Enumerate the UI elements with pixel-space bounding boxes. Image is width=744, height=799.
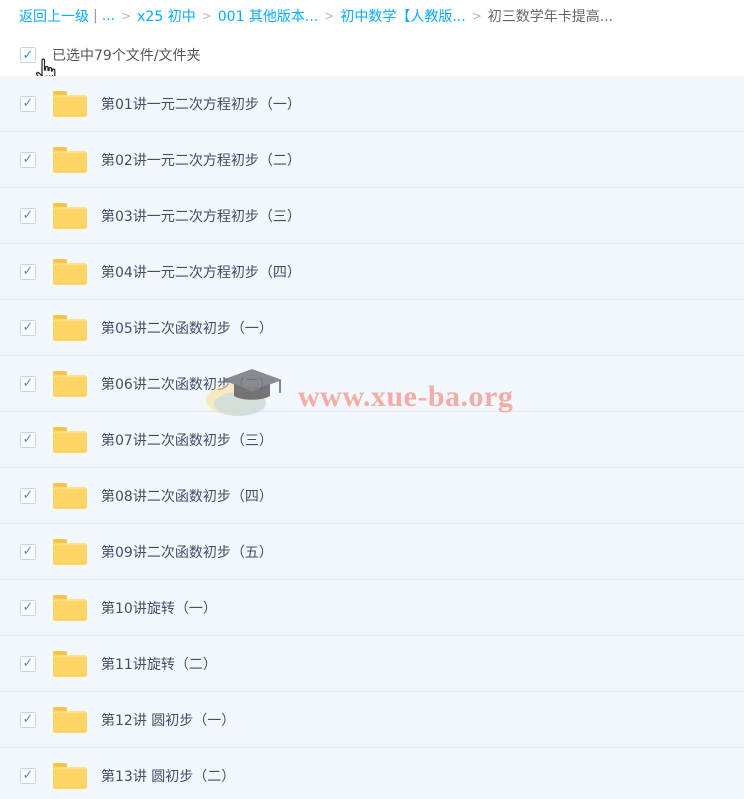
folder-icon[interactable] [53,258,87,285]
file-checkbox[interactable]: ✓ [20,207,36,224]
checkmark-icon: ✓ [22,47,34,63]
file-row[interactable]: ✓ 第09讲二次函数初步（五） [0,524,744,580]
checkmark-icon: ✓ [22,320,34,335]
checkmark-icon: ✓ [22,656,34,671]
file-row[interactable]: ✓ 第02讲一元二次方程初步（二） [0,132,744,188]
file-checkbox[interactable]: ✓ [20,319,36,336]
breadcrumb-item[interactable]: 初中数学【人教版... [340,6,465,26]
checkmark-icon: ✓ [22,208,34,223]
breadcrumb-item[interactable]: 001 其他版本... [218,6,319,26]
folder-icon[interactable] [53,426,87,453]
breadcrumb-current: 初三数学年卡提高... [487,9,614,25]
checkmark-icon: ✓ [22,96,34,111]
checkmark-icon: ✓ [22,152,34,167]
file-checkbox[interactable]: ✓ [20,711,36,728]
checkmark-icon: ✓ [22,376,34,391]
chevron-right-icon: > [121,9,132,23]
file-row[interactable]: ✓ 第06讲二次函数初步（二） [0,356,744,412]
file-checkbox[interactable]: ✓ [20,263,36,280]
folder-icon[interactable] [53,538,87,565]
checkmark-icon: ✓ [22,544,34,559]
file-name[interactable]: 第02讲一元二次方程初步（二） [101,150,301,170]
chevron-right-icon: > [471,9,482,23]
file-name[interactable]: 第01讲一元二次方程初步（一） [101,94,301,114]
folder-icon[interactable] [53,370,87,397]
file-name[interactable]: 第06讲二次函数初步（二） [101,374,273,394]
chevron-right-icon: > [324,9,335,23]
file-name[interactable]: 第08讲二次函数初步（四） [101,486,273,506]
folder-icon[interactable] [53,706,87,733]
back-link[interactable]: 返回上一级 [19,6,89,26]
folder-icon[interactable] [53,202,87,229]
checkmark-icon: ✓ [22,768,34,783]
file-row[interactable]: ✓ 第07讲二次函数初步（三） [0,412,744,468]
folder-icon[interactable] [53,594,87,621]
file-name[interactable]: 第13讲 圆初步（二） [101,766,235,786]
checkmark-icon: ✓ [22,432,34,447]
checkmark-icon: ✓ [22,488,34,503]
folder-icon[interactable] [53,90,87,117]
file-row[interactable]: ✓ 第11讲旋转（二） [0,636,744,692]
file-checkbox[interactable]: ✓ [20,599,36,616]
file-name[interactable]: 第05讲二次函数初步（一） [101,318,273,338]
file-checkbox[interactable]: ✓ [20,767,36,784]
file-row[interactable]: ✓ 第03讲一元二次方程初步（三） [0,188,744,244]
file-name[interactable]: 第04讲一元二次方程初步（四） [101,262,301,282]
chevron-right-icon: > [201,9,212,23]
file-checkbox[interactable]: ✓ [20,95,36,112]
select-all-row: ✓ 已选中79个文件/文件夹 [0,36,744,74]
file-checkbox[interactable]: ✓ [20,655,36,672]
file-checkbox[interactable]: ✓ [20,543,36,560]
folder-icon[interactable] [53,314,87,341]
checkmark-icon: ✓ [22,600,34,615]
file-row[interactable]: ✓ 第13讲 圆初步（二） [0,748,744,799]
file-row[interactable]: ✓ 第12讲 圆初步（一） [0,692,744,748]
file-row[interactable]: ✓ 第01讲一元二次方程初步（一） [0,76,744,132]
folder-icon[interactable] [53,650,87,677]
file-name[interactable]: 第07讲二次函数初步（三） [101,430,273,450]
file-name[interactable]: 第03讲一元二次方程初步（三） [101,206,301,226]
file-row[interactable]: ✓ 第05讲二次函数初步（一） [0,300,744,356]
file-name[interactable]: 第09讲二次函数初步（五） [101,542,273,562]
breadcrumb-ellipsis[interactable]: ... [102,8,115,24]
file-checkbox[interactable]: ✓ [20,487,36,504]
file-checkbox[interactable]: ✓ [20,151,36,168]
file-browser: 返回上一级 | ... > x25 初中 > 001 其他版本... > 初中数… [0,0,744,799]
file-checkbox[interactable]: ✓ [20,375,36,392]
file-checkbox[interactable]: ✓ [20,431,36,448]
file-list: ✓ 第01讲一元二次方程初步（一） ✓ 第02讲一元二次方程初步（二） ✓ 第03讲一元二… [0,76,744,799]
file-name[interactable]: 第11讲旋转（二） [101,654,217,674]
folder-icon[interactable] [53,146,87,173]
folder-icon[interactable] [53,482,87,509]
breadcrumb: 返回上一级 | ... > x25 初中 > 001 其他版本... > 初中数… [0,0,744,32]
checkmark-icon: ✓ [22,264,34,279]
select-all-checkbox[interactable]: ✓ [20,47,36,63]
file-row[interactable]: ✓ 第10讲旋转（一） [0,580,744,636]
breadcrumb-item[interactable]: x25 初中 [137,6,196,26]
breadcrumb-divider: | [93,8,98,24]
file-row[interactable]: ✓ 第08讲二次函数初步（四） [0,468,744,524]
file-row[interactable]: ✓ 第04讲一元二次方程初步（四） [0,244,744,300]
selection-count-label: 已选中79个文件/文件夹 [52,48,201,64]
checkmark-icon: ✓ [22,712,34,727]
file-name[interactable]: 第12讲 圆初步（一） [101,710,235,730]
folder-icon[interactable] [53,762,87,789]
file-name[interactable]: 第10讲旋转（一） [101,598,217,618]
